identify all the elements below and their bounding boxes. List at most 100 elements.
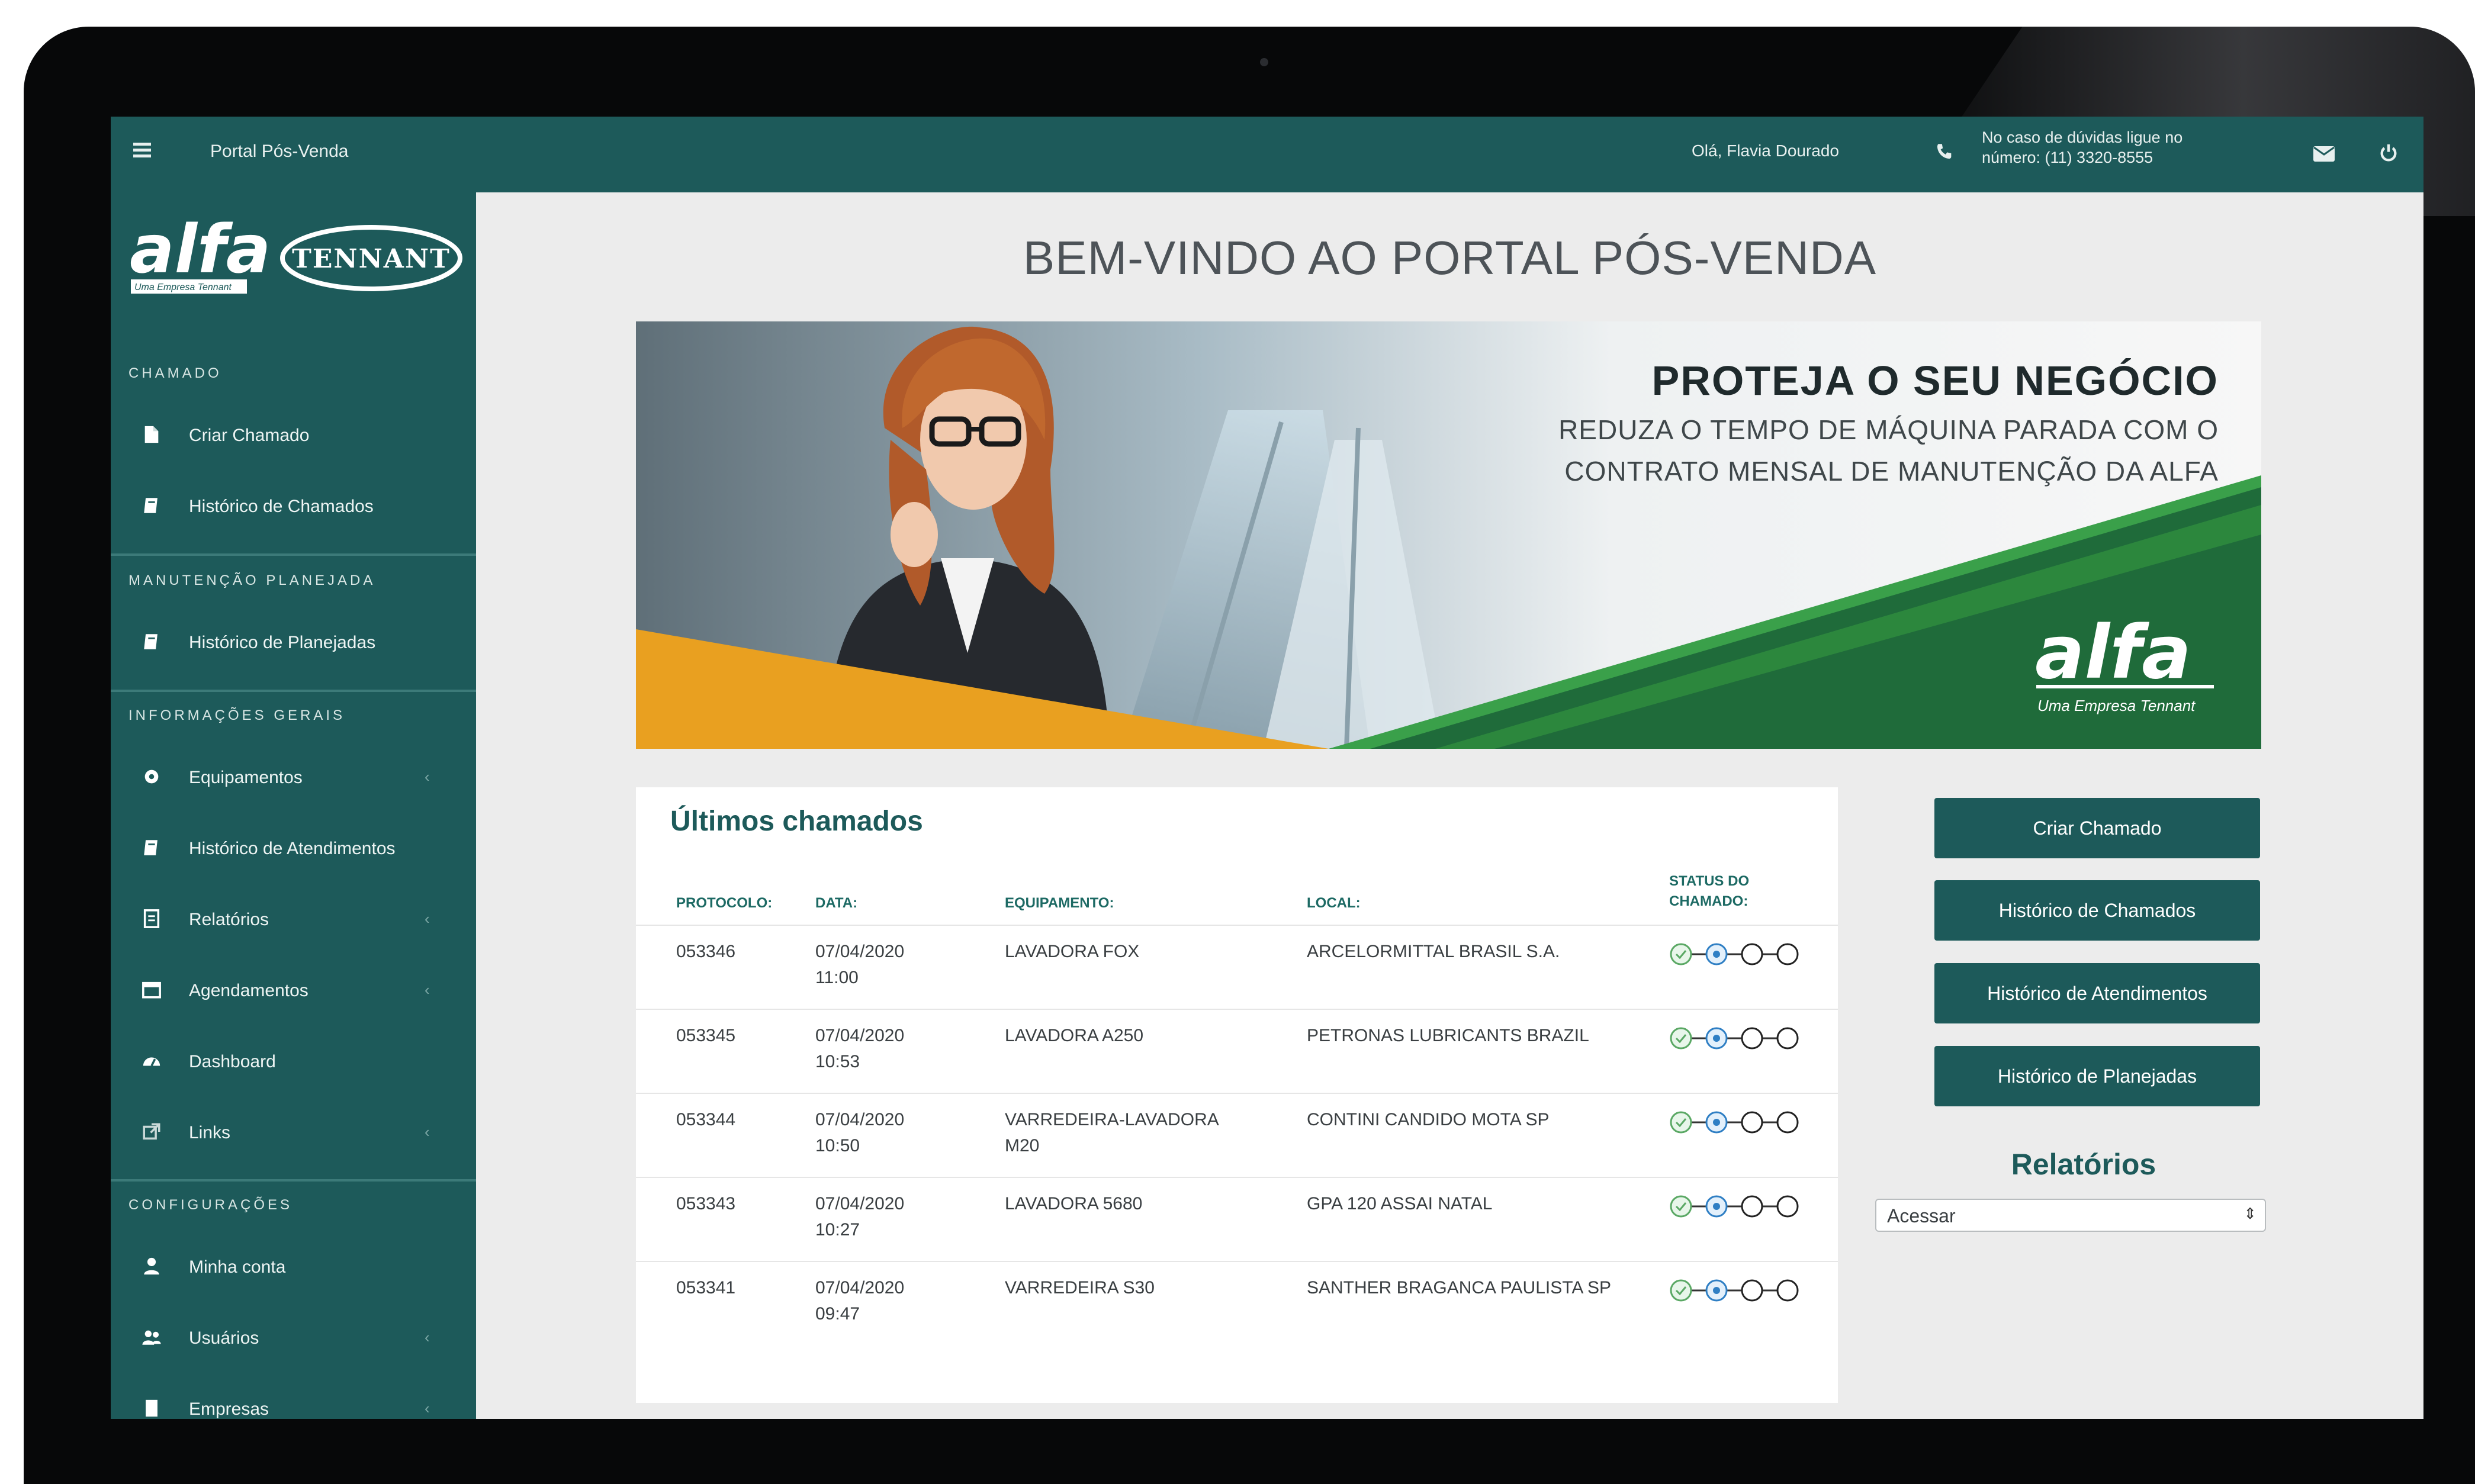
- sidebar-item-label: Histórico de Atendimentos: [189, 839, 396, 858]
- status-tracker: [1670, 1279, 1799, 1302]
- cell-local: ARCELORMITTAL BRASIL S.A.: [1307, 942, 1560, 961]
- sidebar-item-empresas[interactable]: Empresas ‹: [111, 1379, 476, 1419]
- cell-equip-line-1: LAVADORA FOX: [1005, 942, 1140, 961]
- cell-equip-line-1: LAVADORA A250: [1005, 1026, 1144, 1045]
- sidebar-item-historico-chamados[interactable]: Histórico de Chamados: [111, 477, 476, 536]
- cell-protocolo: 053341: [676, 1278, 736, 1298]
- sidebar-item-minha-conta[interactable]: Minha conta: [111, 1237, 476, 1296]
- section-informacoes-title: INFORMAÇÕES GERAIS: [128, 707, 346, 723]
- criar-chamado-button[interactable]: Criar Chamado: [1934, 798, 2260, 858]
- help-contact: No caso de dúvidas ligue no número: (11)…: [1982, 127, 2290, 168]
- cell-time: 10:27: [815, 1220, 860, 1240]
- cell-equipamento: VARREDEIRA-LAVADORA M20: [1005, 1107, 1219, 1159]
- sidebar-item-dashboard[interactable]: Dashboard: [111, 1032, 476, 1091]
- cell-date: 07/04/2020: [815, 942, 905, 961]
- hamburger-icon[interactable]: [133, 143, 151, 157]
- cell-local: PETRONAS LUBRICANTS BRAZIL: [1307, 1026, 1589, 1045]
- status-pending-icon: [1776, 1111, 1799, 1134]
- relatorios-select[interactable]: Acessar ⇕: [1875, 1199, 2266, 1232]
- select-arrows-icon: ⇕: [2243, 1205, 2257, 1222]
- status-pending-icon: [1741, 943, 1763, 965]
- promo-banner[interactable]: PROTEJA O SEU NEGÓCIO REDUZA O TEMPO DE …: [636, 321, 2261, 749]
- section-manutencao-title: MANUTENÇÃO PLANEJADA: [128, 572, 376, 588]
- cell-date: 07/04/2020: [815, 1278, 905, 1298]
- sidebar-divider: [111, 1179, 476, 1182]
- sidebar-item-label: Links: [189, 1123, 231, 1142]
- status-done-icon: [1670, 943, 1692, 965]
- svg-text:alfa: alfa: [130, 213, 271, 288]
- table-row[interactable]: 053344 07/04/2020 10:50 VARREDEIRA-LAVADO…: [636, 1093, 1838, 1178]
- status-done-icon: [1670, 1279, 1692, 1302]
- mail-icon[interactable]: [2313, 146, 2335, 162]
- historico-planejadas-button[interactable]: Histórico de Planejadas: [1934, 1046, 2260, 1106]
- relatorios-select-value: Acessar: [1887, 1205, 1956, 1227]
- status-pending-icon: [1741, 1027, 1763, 1050]
- cell-protocolo: 053343: [676, 1194, 736, 1213]
- section-configuracoes-title: CONFIGURAÇÕES: [128, 1197, 293, 1213]
- users-icon: [142, 1330, 161, 1345]
- col-header-local: LOCAL:: [1307, 895, 1361, 911]
- status-pending-icon: [1741, 1195, 1763, 1218]
- svg-text:TENNANT: TENNANT: [292, 244, 451, 274]
- table-row[interactable]: 053343 07/04/2020 10:27 LAVADORA 5680 GPA…: [636, 1177, 1838, 1262]
- file-icon: [144, 426, 159, 443]
- user-greeting: Olá, Flavia Dourado: [1692, 141, 1840, 160]
- status-tracker: [1670, 1111, 1799, 1134]
- cell-data: 07/04/2020 11:00: [815, 939, 904, 991]
- cell-equip-line-1: VARREDEIRA S30: [1005, 1278, 1155, 1298]
- sidebar: alfa Uma Empresa Tennant TENNANT CHAMADO…: [111, 192, 476, 1419]
- external-link-icon: [143, 1123, 160, 1140]
- banner-subtitle-line-2: CONTRATO MENSAL DE MANUTENÇÃO DA ALFA: [1564, 456, 2219, 487]
- banner-alfa-logo: alfa Uma Empresa Tennant: [2035, 613, 2214, 714]
- sidebar-item-equipamentos[interactable]: Equipamentos ‹: [111, 748, 476, 807]
- help-line-1: No caso de dúvidas ligue no: [1982, 128, 2183, 146]
- svg-text:Uma Empresa Tennant: Uma Empresa Tennant: [134, 282, 232, 292]
- col-header-data: DATA:: [815, 895, 858, 911]
- main-content: BEM-VINDO AO PORTAL PÓS-VENDA PROTEJA O …: [476, 192, 2423, 1419]
- power-icon[interactable]: [2378, 143, 2399, 163]
- status-pending-icon: [1776, 943, 1799, 965]
- status-tracker: [1670, 1027, 1799, 1050]
- historico-chamados-button[interactable]: Histórico de Chamados: [1934, 880, 2260, 941]
- svg-text:alfa: alfa: [2035, 613, 2191, 696]
- sidebar-item-agendamentos[interactable]: Agendamentos ‹: [111, 961, 476, 1020]
- sidebar-item-links[interactable]: Links ‹: [111, 1103, 476, 1162]
- col-header-status-line-2: CHAMADO:: [1669, 893, 1748, 909]
- table-row[interactable]: 053341 07/04/2020 09:47 VARREDEIRA S30 SA…: [636, 1261, 1838, 1346]
- status-pending-icon: [1776, 1195, 1799, 1218]
- banner-subtitle-line-1: REDUZA O TEMPO DE MÁQUINA PARADA COM O: [1558, 414, 2219, 445]
- table-row[interactable]: 053346 07/04/2020 11:00 LAVADORA FOX ARCE…: [636, 925, 1838, 1010]
- banner-headline: PROTEJA O SEU NEGÓCIO: [1651, 358, 2219, 404]
- recent-calls-title: Últimos chamados: [670, 806, 923, 837]
- dashboard-icon: [143, 1057, 160, 1067]
- col-header-status: STATUS DO CHAMADO:: [1669, 871, 1749, 912]
- col-header-status-line-1: STATUS DO: [1669, 873, 1750, 889]
- sidebar-item-criar-chamado[interactable]: Criar Chamado: [111, 405, 476, 465]
- cell-equipamento: LAVADORA FOX: [1005, 939, 1139, 965]
- cell-time: 09:47: [815, 1304, 860, 1324]
- report-icon: [143, 909, 160, 928]
- cell-data: 07/04/2020 10:50: [815, 1107, 904, 1159]
- user-icon: [144, 1257, 159, 1275]
- cell-time: 10:53: [815, 1052, 860, 1071]
- sidebar-item-usuarios[interactable]: Usuários ‹: [111, 1308, 476, 1367]
- cell-protocolo: 053344: [676, 1110, 736, 1129]
- cell-protocolo: 053346: [676, 942, 736, 961]
- screen: Portal Pós-Venda Olá, Flavia Dourado No …: [111, 117, 2423, 1419]
- status-pending-icon: [1776, 1279, 1799, 1302]
- cell-protocolo: 053345: [676, 1026, 736, 1045]
- table-row[interactable]: 053345 07/04/2020 10:53 LAVADORA A250 PET…: [636, 1009, 1838, 1094]
- sidebar-item-label: Equipamentos: [189, 768, 303, 787]
- sidebar-item-historico-atendimentos[interactable]: Histórico de Atendimentos: [111, 819, 476, 878]
- sidebar-divider: [111, 553, 476, 556]
- cell-equipamento: VARREDEIRA S30: [1005, 1275, 1155, 1301]
- sidebar-item-label: Agendamentos: [189, 981, 308, 1000]
- gear-icon: [144, 770, 159, 784]
- sidebar-item-historico-planejadas[interactable]: Histórico de Planejadas: [111, 613, 476, 672]
- cell-date: 07/04/2020: [815, 1110, 905, 1129]
- cell-data: 07/04/2020 10:27: [815, 1191, 904, 1243]
- brand-logos: alfa Uma Empresa Tennant TENNANT: [128, 211, 466, 314]
- historico-atendimentos-button[interactable]: Histórico de Atendimentos: [1934, 963, 2260, 1023]
- sidebar-item-relatorios[interactable]: Relatórios ‹: [111, 890, 476, 949]
- col-header-equipamento: EQUIPAMENTO:: [1005, 895, 1114, 911]
